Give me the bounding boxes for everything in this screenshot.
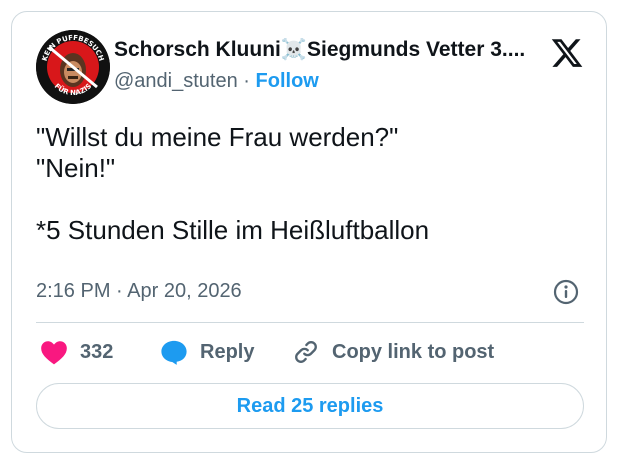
tweet-line: "Willst du meine Frau werden?": [36, 122, 399, 152]
handle-separator: ·: [243, 70, 250, 92]
tweet-actions: 332 Reply Copy link to post: [36, 334, 584, 370]
speech-bubble-icon: [161, 340, 187, 365]
tweet-line: [36, 184, 429, 215]
tweet-card: KEIN PUFFBESUCH FÜR NAZIS Schorsch Kluun…: [11, 11, 607, 453]
link-icon: [295, 341, 317, 363]
divider: [36, 322, 584, 323]
like-button[interactable]: 332: [40, 334, 113, 370]
tweet-line: "Nein!": [36, 153, 116, 183]
x-logo-icon[interactable]: [549, 36, 585, 70]
heart-icon: [41, 341, 67, 365]
author-display-name[interactable]: Schorsch Kluuni☠️Siegmunds Vetter 3....: [114, 38, 525, 62]
tweet-text: "Willst du meine Frau werden?" "Nein!" *…: [36, 122, 429, 246]
follow-button[interactable]: Follow: [256, 70, 319, 92]
avatar-image: KEIN PUFFBESUCH FÜR NAZIS: [36, 30, 110, 104]
like-count: 332: [80, 340, 114, 363]
avatar[interactable]: KEIN PUFFBESUCH FÜR NAZIS: [36, 30, 110, 104]
copy-link-button[interactable]: Copy link to post: [292, 334, 494, 370]
tweet-timestamp[interactable]: 2:16 PM · Apr 20, 2026: [36, 280, 242, 303]
reply-button[interactable]: Reply: [160, 334, 254, 370]
copy-link-label: Copy link to post: [332, 340, 495, 363]
read-replies-button[interactable]: Read 25 replies: [36, 383, 584, 429]
reply-label: Reply: [200, 340, 255, 363]
tweet-line: *5 Stunden Stille im Heißluftballon: [36, 215, 430, 245]
info-icon[interactable]: [552, 278, 580, 306]
author-handle[interactable]: @andi_stuten: [114, 70, 238, 92]
author-handle-line: @andi_stuten · Follow: [114, 70, 319, 93]
